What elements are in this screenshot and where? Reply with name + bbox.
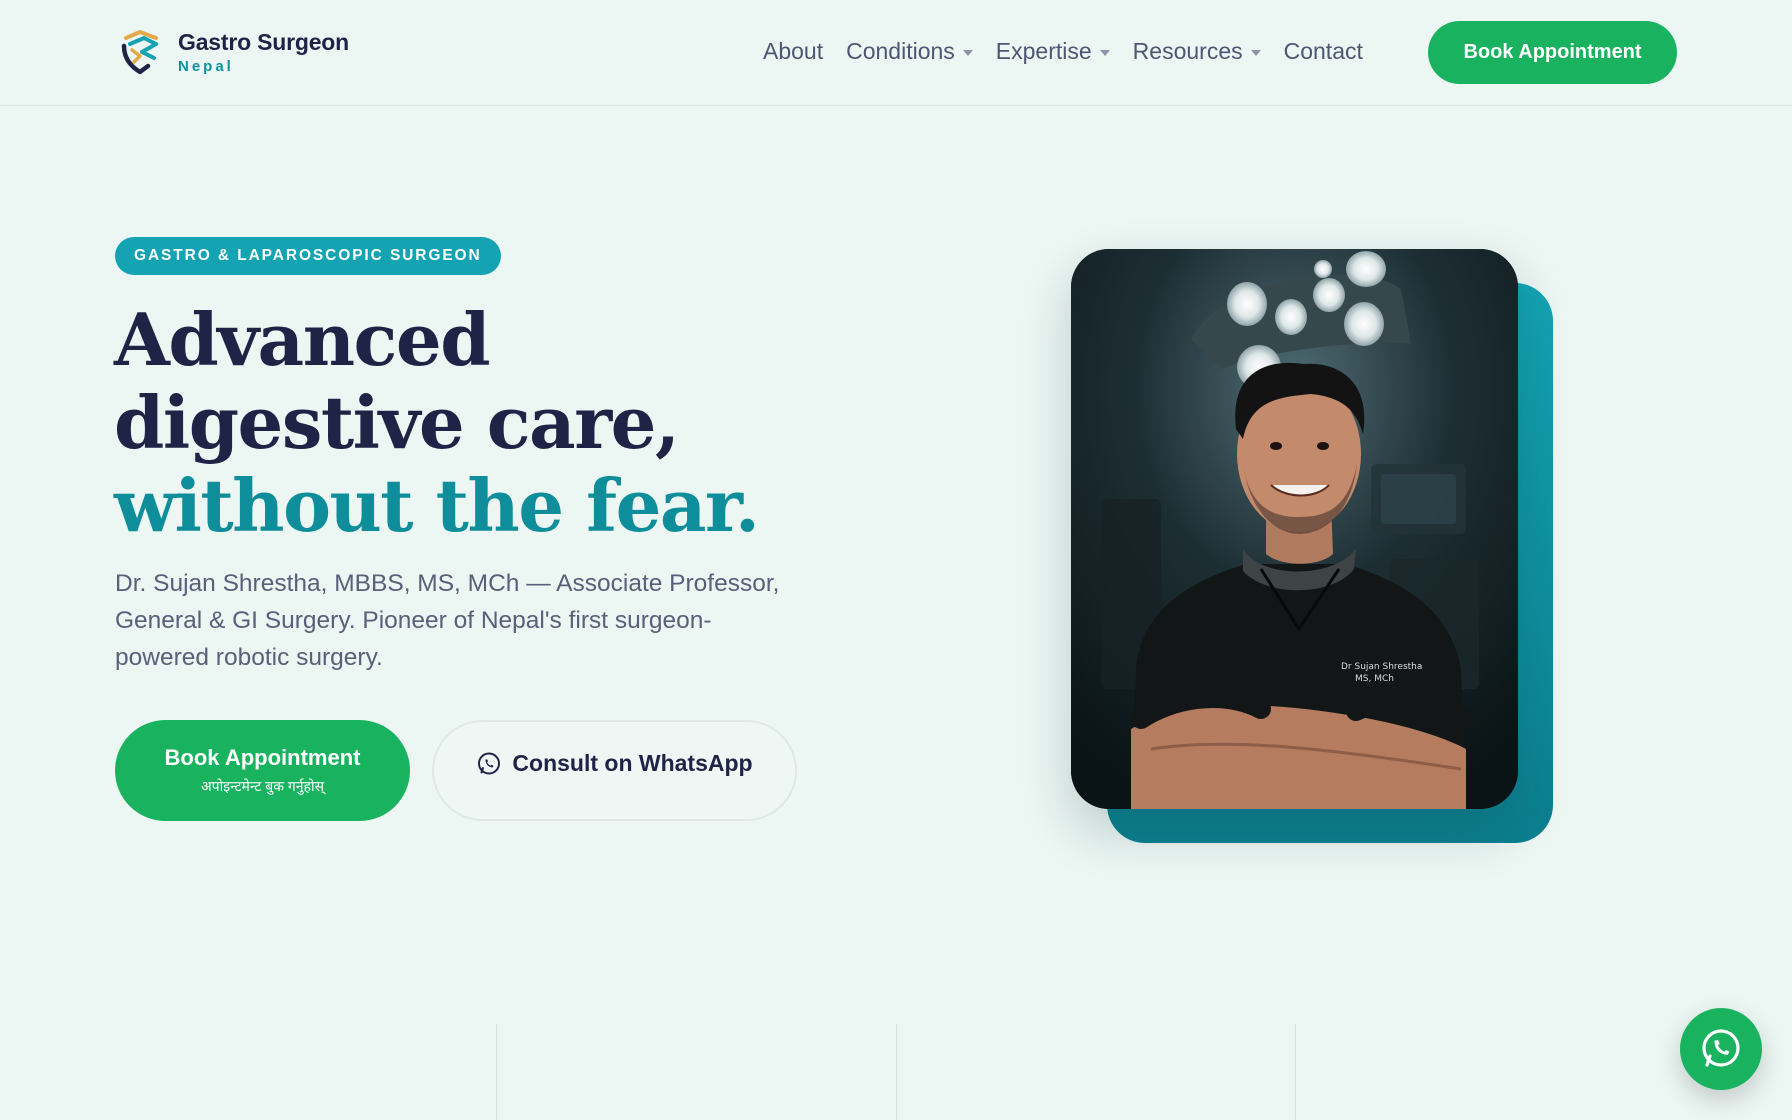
whatsapp-float-button[interactable] bbox=[1680, 1008, 1762, 1090]
gs-shield-logo-icon bbox=[121, 30, 158, 75]
whatsapp-icon bbox=[478, 752, 501, 774]
consult-whatsapp-button[interactable]: Consult on WhatsApp bbox=[432, 720, 797, 821]
nav-item-label: Resources bbox=[1132, 38, 1243, 64]
stat-divider bbox=[496, 1024, 497, 1120]
brand-name: Gastro Surgeon bbox=[178, 29, 350, 55]
nav-item-label: Expertise bbox=[995, 38, 1092, 64]
surgeon-photo-illustration: Dr Sujan Shrestha MS, MCh bbox=[1071, 249, 1518, 809]
header-book-appointment-button[interactable]: Book Appointment bbox=[1428, 21, 1677, 84]
chevron-down-icon bbox=[1250, 49, 1261, 56]
scrub-name: Dr Sujan Shrestha bbox=[1341, 662, 1422, 672]
book-appointment-label: Book Appointment bbox=[164, 745, 361, 770]
book-appointment-button[interactable]: Book Appointment अपोइन्टमेन्ट बुक गर्नुह… bbox=[115, 720, 410, 821]
nav-item-label: Conditions bbox=[846, 38, 955, 64]
stat-divider bbox=[896, 1024, 897, 1120]
brand-sub: Nepal bbox=[178, 58, 234, 75]
nav-item-about[interactable]: About bbox=[763, 38, 823, 65]
book-appointment-sublabel: अपोइन्टमेन्ट बुक गर्नुहोस् bbox=[200, 778, 325, 794]
stat-divider bbox=[1295, 1024, 1296, 1120]
headline-line-1: Advanced bbox=[114, 297, 491, 382]
brand-logo[interactable]: Gastro Surgeon Nepal bbox=[118, 28, 349, 76]
hero-description: Dr. Sujan Shrestha, MBBS, MS, MCh — Asso… bbox=[115, 570, 780, 671]
headline-accent: without the fear. bbox=[114, 463, 760, 548]
consult-whatsapp-label: Consult on WhatsApp bbox=[512, 750, 753, 776]
headline-line-2: digestive care, bbox=[114, 380, 680, 465]
chevron-down-icon bbox=[962, 49, 973, 56]
surgeon-portrait: Dr Sujan Shrestha MS, MCh bbox=[1071, 249, 1518, 809]
chevron-down-icon bbox=[1099, 49, 1110, 56]
main-nav: About Conditions Expertise Resources Con… bbox=[763, 38, 1386, 65]
nav-item-label: Contact bbox=[1283, 38, 1363, 64]
nav-item-conditions[interactable]: Conditions bbox=[846, 38, 973, 65]
nav-item-contact[interactable]: Contact bbox=[1284, 38, 1363, 65]
nav-item-label: About bbox=[763, 38, 824, 64]
whatsapp-icon bbox=[1702, 1029, 1740, 1067]
nav-item-resources[interactable]: Resources bbox=[1133, 38, 1261, 65]
scrub-title: MS, MCh bbox=[1355, 674, 1394, 684]
nav-item-expertise[interactable]: Expertise bbox=[996, 38, 1110, 65]
site-header: Gastro Surgeon Nepal About Conditions Ex… bbox=[0, 0, 1792, 106]
specialty-badge: GASTRO & LAPAROSCOPIC SURGEON bbox=[115, 237, 501, 275]
hero-headline: Advanced digestive care, without the fea… bbox=[114, 298, 814, 547]
